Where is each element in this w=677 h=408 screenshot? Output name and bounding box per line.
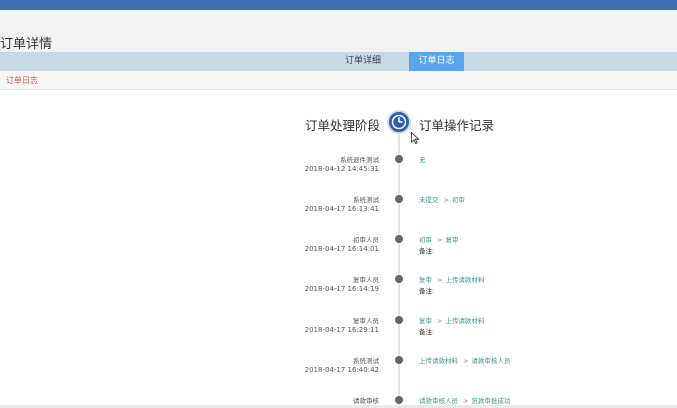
tab-bar: 订单详细 订单日志: [0, 52, 677, 71]
arrow-right-icon: >: [463, 397, 469, 405]
timeline-entry: 系统测试 2018-04-17 16:40:42 上传请款材料 > 请款审核人员: [0, 355, 677, 385]
timeline-dot: [395, 195, 403, 203]
status-from: 请款审核人员: [419, 397, 458, 405]
status-change: 复审 > 上传请款材料: [419, 274, 484, 284]
page-title: 订单详情: [0, 37, 53, 52]
arrow-right-icon: >: [437, 236, 443, 244]
remark-label: 备注:: [419, 328, 435, 336]
tab-order-detail[interactable]: 订单详细: [333, 52, 393, 71]
timeline-dot: [395, 356, 403, 364]
timeline-entry: 系统测试 2018-04-17 16:13:41 未提交 > 初审: [0, 194, 677, 224]
operator-name: 系统退件测试: [340, 156, 379, 164]
arrow-right-icon: >: [437, 317, 443, 325]
remark-label: 备注:: [419, 287, 435, 295]
section-title: 订单日志: [6, 76, 38, 85]
timeline-entry: 初审人员 2018-04-17 16:14:01 初审 > 复审 备注:: [0, 234, 677, 264]
timeline-dot: [395, 155, 403, 163]
timeline-entry: 系统退件测试 2018-04-12 14:45:31 无: [0, 154, 677, 184]
clock-icon: [387, 110, 411, 134]
status-change: 初审 > 复审: [419, 234, 458, 244]
status-change: 无: [419, 154, 426, 164]
operator-name: 系统测试: [353, 357, 379, 365]
operation-time: 2018-04-17 16:13:41: [304, 205, 379, 213]
status-from: 无: [419, 156, 426, 164]
record-heading: 订单操作记录: [419, 118, 495, 133]
top-accent-bar: [0, 0, 677, 10]
remark-label: 备注:: [419, 247, 435, 255]
timeline-dot: [395, 275, 403, 283]
status-change: 未提交 > 初审: [419, 194, 465, 204]
status-from: 复审: [419, 276, 432, 284]
operator-name: 复审人员: [353, 276, 379, 284]
cursor-icon: [411, 129, 420, 148]
stage-heading: 订单处理阶段: [304, 118, 380, 133]
operation-time: 2018-04-17 16:14:01: [304, 245, 379, 253]
timeline-entry: 复审人员 2018-04-17 16:29:11 复审 > 上传请款材料 备注:: [0, 315, 677, 345]
operator-name: 复审人员: [353, 317, 379, 325]
tab-order-log[interactable]: 订单日志: [409, 52, 464, 71]
status-change: 请款审核人员 > 贷款审批成功: [419, 395, 510, 405]
arrow-right-icon: >: [443, 196, 449, 204]
status-to: 初审: [451, 196, 465, 204]
operation-time: 2018-04-12 14:45:31: [304, 165, 379, 173]
timeline-entry: 复审人员 2018-04-17 16:14:19 复审 > 上传请款材料 备注:: [0, 274, 677, 304]
timeline-dot: [395, 396, 403, 404]
arrow-right-icon: >: [463, 357, 469, 365]
status-to: 贷款审批成功: [471, 397, 511, 405]
operator-name: 初审人员: [353, 236, 379, 244]
operation-time: 2018-04-17 16:40:42: [304, 366, 379, 374]
status-to: 上传请款材料: [445, 276, 485, 284]
status-change: 复审 > 上传请款材料: [419, 315, 484, 325]
status-from: 复审: [419, 317, 432, 325]
status-to: 请款审核人员: [471, 357, 511, 365]
status-from: 上传请款材料: [419, 357, 458, 365]
operation-time: 2018-04-17 16:29:11: [304, 326, 379, 334]
status-from: 初审: [419, 236, 432, 244]
operator-name: 请款审核: [353, 397, 379, 405]
timeline-dot: [395, 316, 403, 324]
status-from: 未提交: [419, 196, 439, 204]
title-bar: 订单详情: [0, 10, 677, 52]
section-header: 订单日志: [0, 71, 677, 90]
status-change: 上传请款材料 > 请款审核人员: [419, 355, 510, 365]
status-to: 上传请款材料: [445, 317, 485, 325]
timeline-dot: [395, 235, 403, 243]
operation-time: 2018-04-17 16:14:19: [304, 285, 379, 293]
arrow-right-icon: >: [437, 276, 443, 284]
status-to: 复审: [445, 236, 459, 244]
operator-name: 系统测试: [353, 196, 379, 204]
